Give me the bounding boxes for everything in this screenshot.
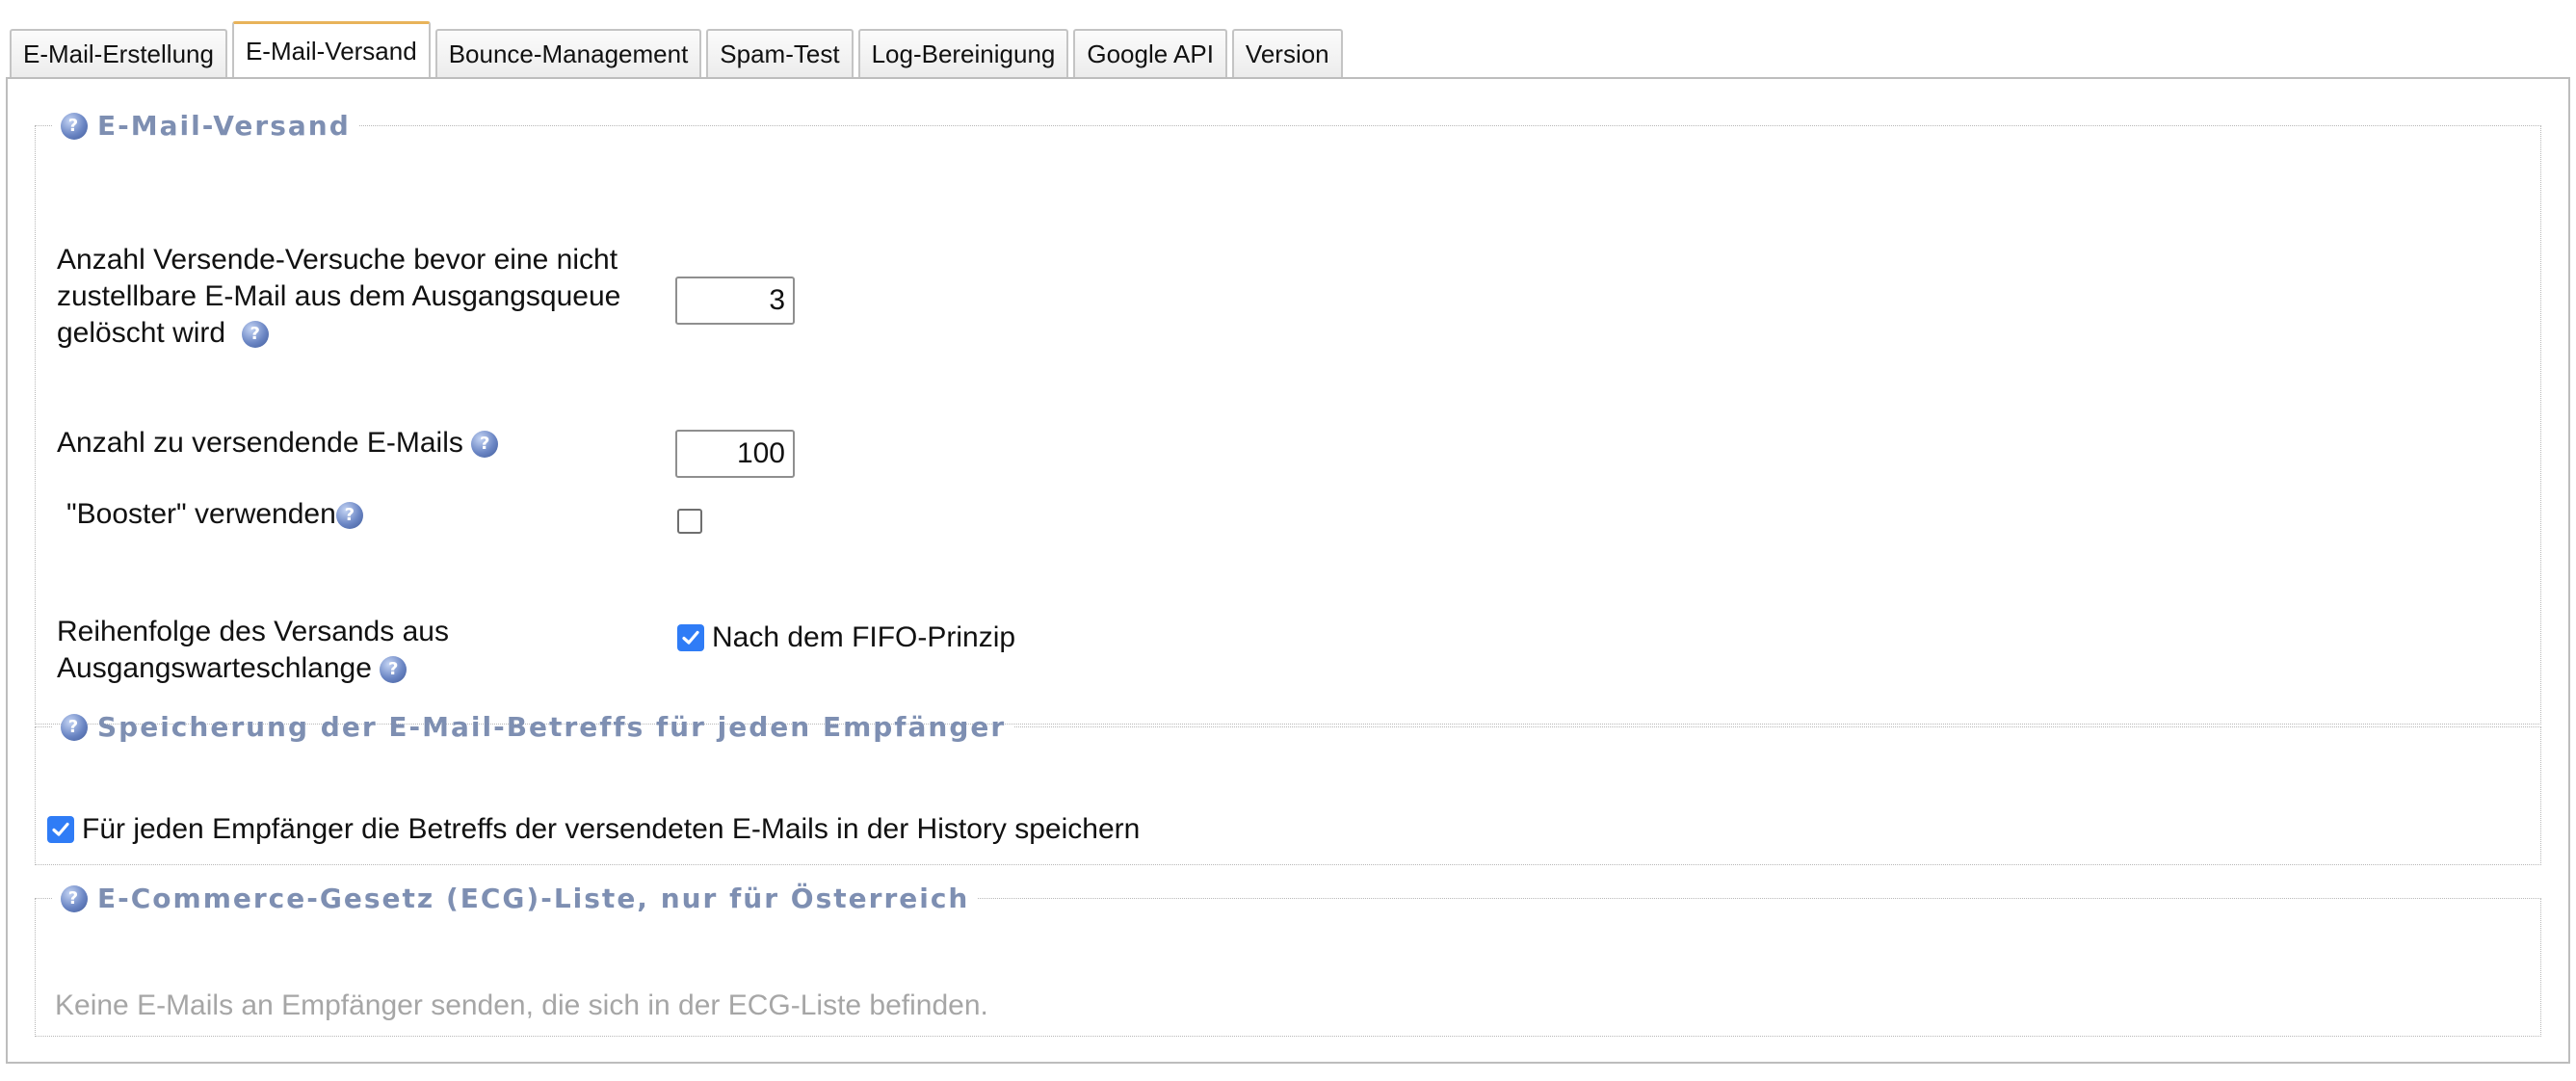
help-icon[interactable]: ? bbox=[380, 656, 407, 684]
count-input[interactable] bbox=[675, 430, 795, 478]
help-icon[interactable]: ? bbox=[61, 884, 88, 912]
tab-log-bereinigung[interactable]: Log-Bereinigung bbox=[857, 29, 1069, 77]
count-label: Anzahl zu versendende E-Mails ? bbox=[57, 425, 499, 461]
legend-title: E-Commerce-Gesetz (ECG)-Liste, nur für Ö… bbox=[97, 883, 970, 914]
booster-checkbox[interactable] bbox=[677, 509, 702, 534]
fieldset-legend-subjects: ? Speicherung der E-Mail-Betreffs für je… bbox=[53, 711, 1013, 743]
booster-label: "Booster" verwenden? bbox=[66, 496, 363, 533]
fifo-checkbox[interactable] bbox=[677, 624, 704, 651]
tab-spam-test[interactable]: Spam-Test bbox=[706, 29, 854, 77]
legend-title: Speicherung der E-Mail-Betreffs für jede… bbox=[97, 711, 1007, 743]
fieldset-email-versand: ? E-Mail-Versand Anzahl Versende-Versuch… bbox=[35, 110, 2541, 725]
tab-version[interactable]: Version bbox=[1231, 29, 1343, 77]
help-icon[interactable]: ? bbox=[471, 431, 499, 459]
checkmark-icon bbox=[682, 630, 699, 645]
checkmark-icon bbox=[52, 822, 69, 836]
tab-bounce-management[interactable]: Bounce-Management bbox=[434, 29, 702, 77]
fieldset-legend-versand: ? E-Mail-Versand bbox=[53, 110, 358, 142]
fieldset-ecg: ? E-Commerce-Gesetz (ECG)-Liste, nur für… bbox=[35, 883, 2541, 1037]
tab-google-api[interactable]: Google API bbox=[1073, 29, 1227, 77]
tab-bar: E-Mail-Erstellung E-Mail-Versand Bounce-… bbox=[10, 19, 1343, 79]
fieldset-legend-ecg: ? E-Commerce-Gesetz (ECG)-Liste, nur für… bbox=[53, 883, 977, 914]
tab-email-versand[interactable]: E-Mail-Versand bbox=[231, 21, 431, 79]
fifo-label: Nach dem FIFO-Prinzip bbox=[712, 621, 1016, 653]
ecg-disabled-text: Keine E-Mails an Empfänger senden, die s… bbox=[55, 989, 988, 1021]
fieldset-subject-storage: ? Speicherung der E-Mail-Betreffs für je… bbox=[35, 711, 2541, 865]
help-icon[interactable]: ? bbox=[335, 502, 363, 530]
attempts-input[interactable] bbox=[675, 277, 795, 325]
help-icon[interactable]: ? bbox=[61, 713, 88, 741]
help-icon[interactable]: ? bbox=[61, 112, 88, 140]
tab-email-erstellung[interactable]: E-Mail-Erstellung bbox=[10, 29, 227, 77]
legend-title: E-Mail-Versand bbox=[97, 110, 351, 142]
save-subjects-label: Für jeden Empfänger die Betreffs der ver… bbox=[82, 813, 1141, 845]
tab-panel: ? E-Mail-Versand Anzahl Versende-Versuch… bbox=[6, 77, 2570, 1064]
save-subjects-checkbox[interactable] bbox=[47, 816, 74, 843]
attempts-label: Anzahl Versende-Versuche bevor eine nich… bbox=[57, 244, 621, 349]
order-label: Reihenfolge des Versands aus Ausgangswar… bbox=[57, 616, 449, 684]
help-icon[interactable]: ? bbox=[241, 321, 269, 349]
